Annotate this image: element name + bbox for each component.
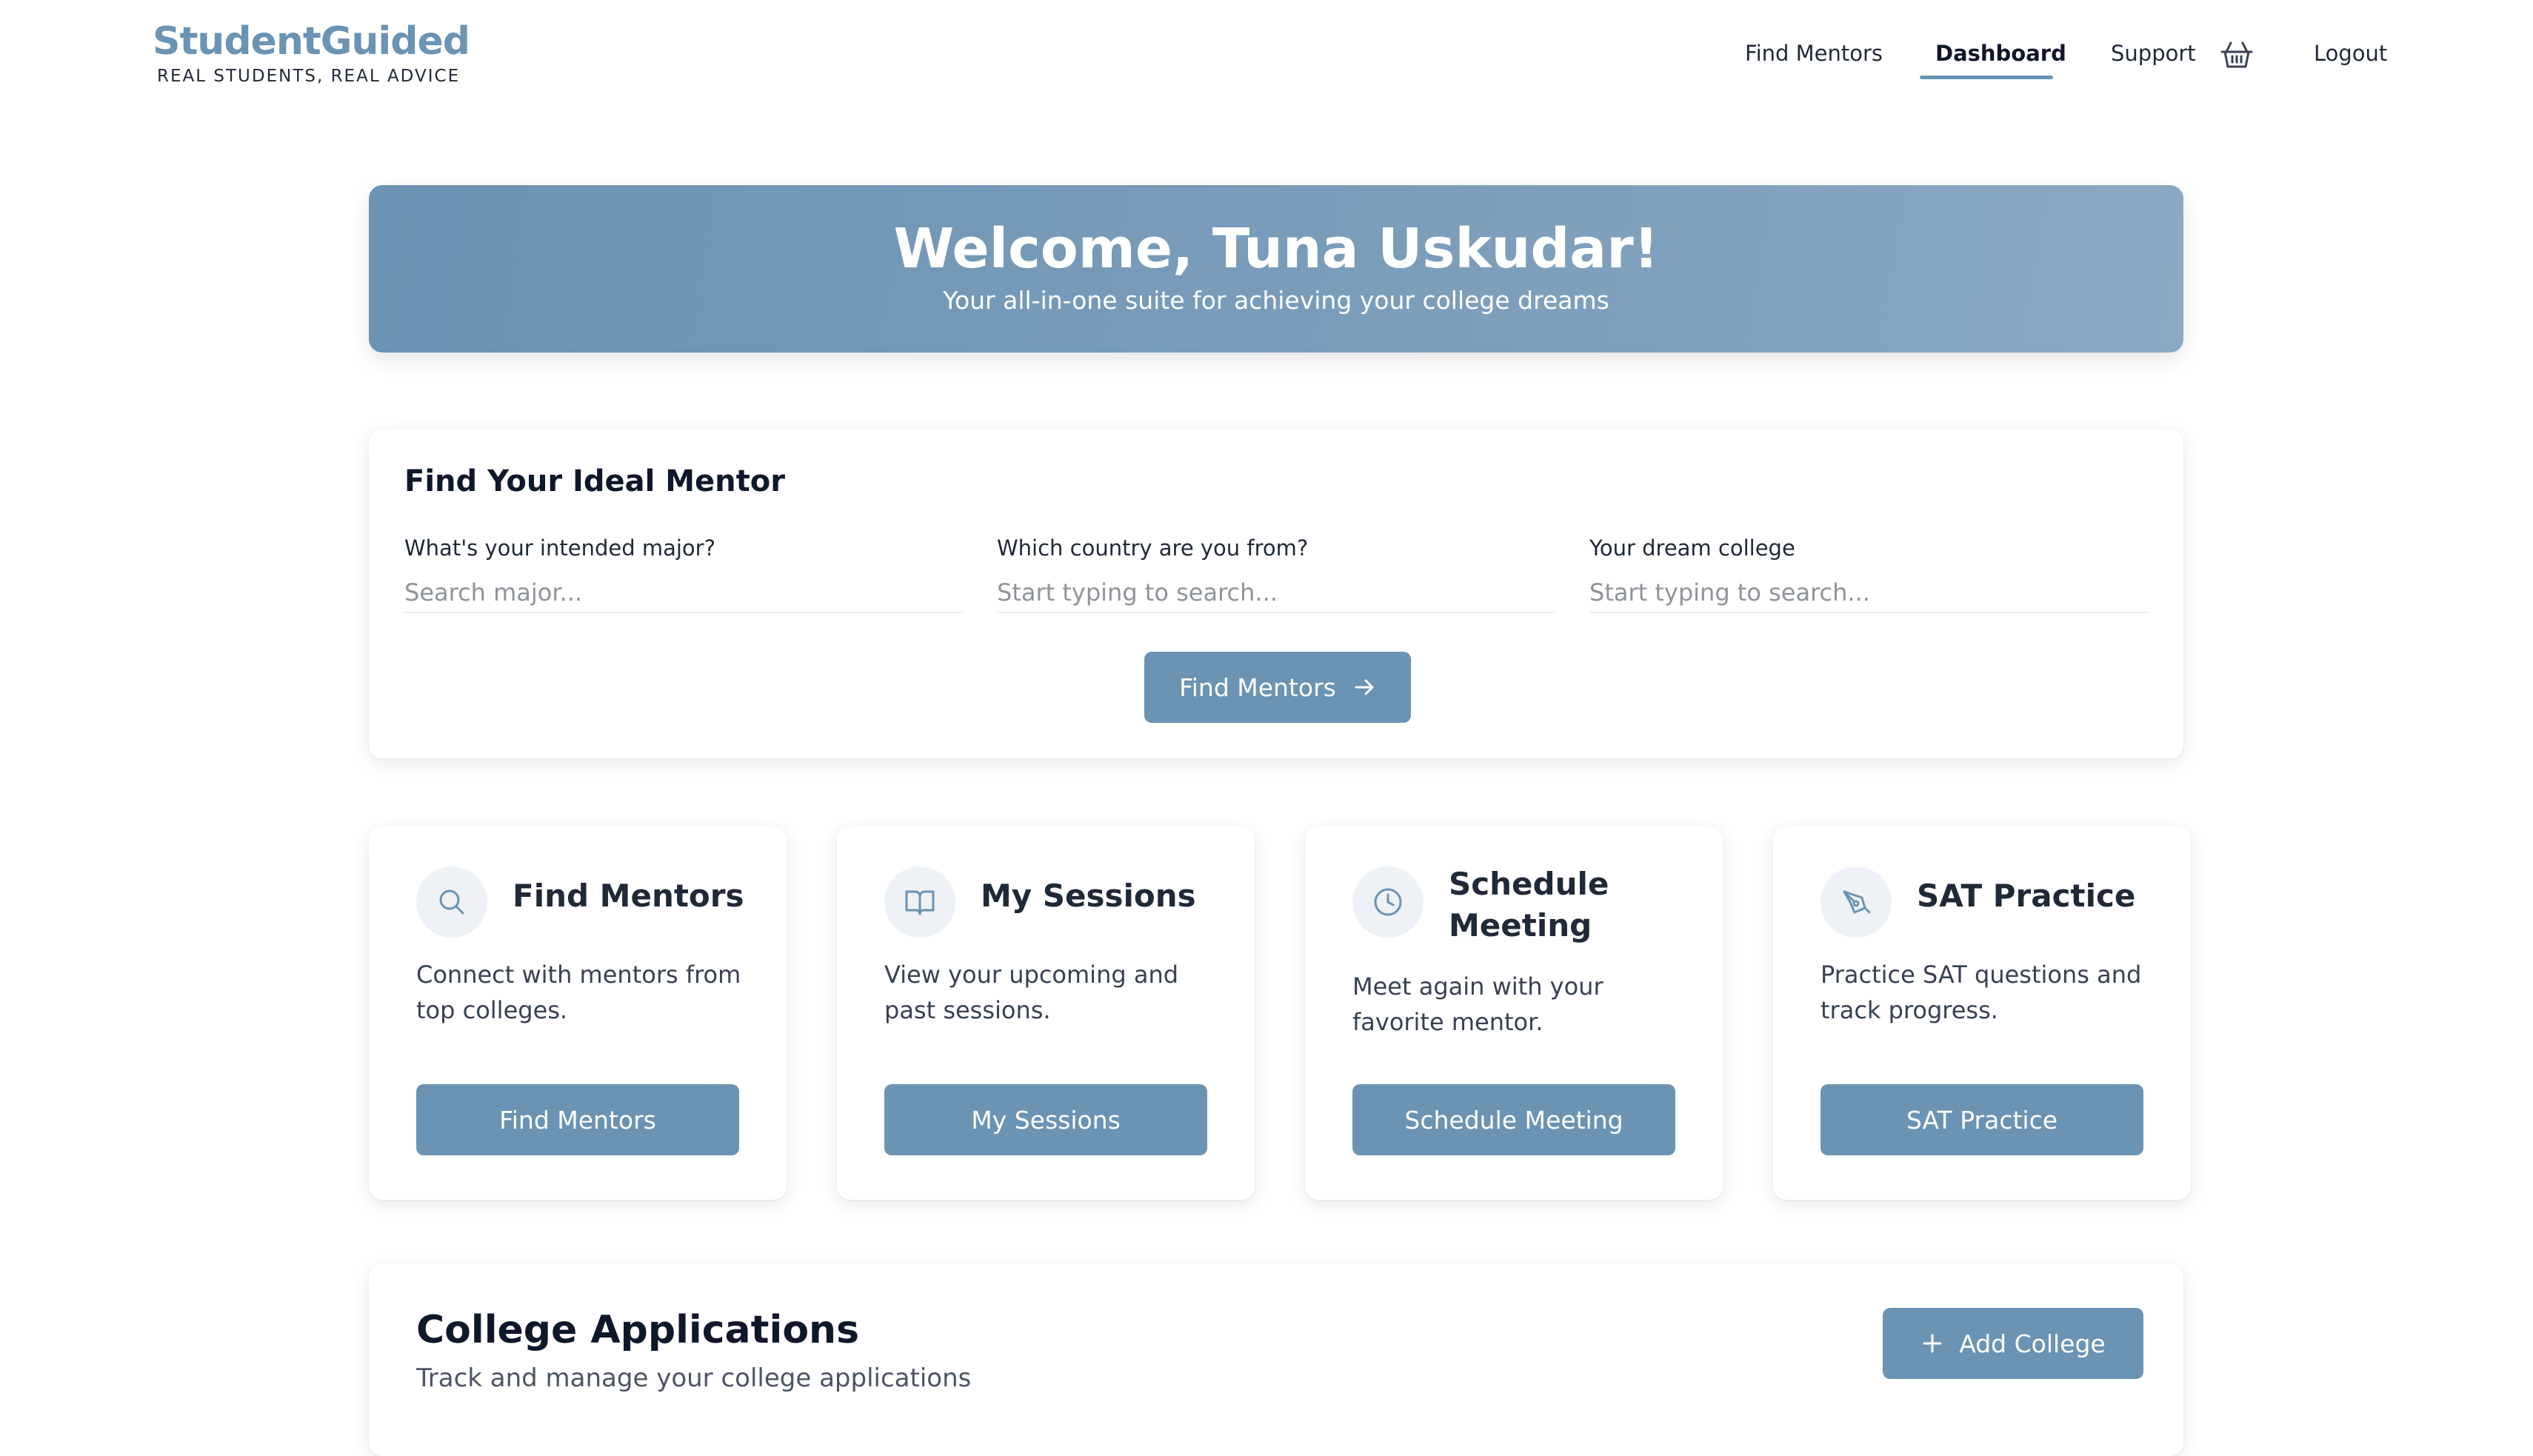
find-mentors-search-label: Find Mentors [1179, 672, 1336, 702]
welcome-subtitle: Your all-in-one suite for achieving your… [943, 286, 1609, 315]
country-input[interactable] [997, 573, 1555, 613]
mentor-search-title: Find Your Ideal Mentor [404, 464, 785, 498]
dream-college-label: Your dream college [1589, 535, 1795, 561]
feature-description: Meet again with your favorite mentor. [1352, 972, 1603, 1036]
college-applications-title: College Applications [416, 1308, 860, 1352]
sat-practice-button[interactable]: SAT Practice [1821, 1084, 2143, 1155]
find-mentors-search-button[interactable]: Find Mentors [1144, 652, 1411, 723]
top-header: StudentGuided REAL STUDENTS, REAL ADVICE… [0, 0, 2533, 111]
country-label: Which country are you from? [997, 535, 1309, 561]
major-label: What's your intended major? [404, 535, 715, 561]
feature-card-schedule-meeting: Schedule Meeting Meet again with your fa… [1305, 826, 1723, 1200]
welcome-title: Welcome, Tuna Uskudar! [893, 217, 1659, 281]
schedule-meeting-button[interactable]: Schedule Meeting [1352, 1084, 1675, 1155]
pen-tool-icon [1821, 866, 1892, 938]
basket-icon[interactable] [2219, 39, 2255, 71]
feature-card-my-sessions: My Sessions View your upcoming and past … [837, 826, 1255, 1200]
feature-title: Schedule Meeting [1449, 866, 1609, 944]
feature-card-sat-practice: SAT Practice Practice SAT questions and … [1773, 826, 2191, 1200]
dream-college-field: Your dream college [1589, 533, 2148, 613]
add-college-button[interactable]: Add College [1883, 1308, 2143, 1379]
feature-title: My Sessions [981, 878, 1196, 914]
add-college-label: Add College [1959, 1329, 2106, 1358]
clock-icon [1352, 866, 1424, 938]
feature-description: Connect with mentors from top colleges. [416, 961, 741, 1024]
nav-find-mentors[interactable]: Find Mentors [1745, 37, 1883, 70]
nav-active-indicator [1920, 76, 2053, 79]
feature-title: SAT Practice [1917, 878, 2136, 914]
feature-description: View your upcoming and past sessions. [884, 961, 1179, 1024]
feature-card-find-mentors: Find Mentors Connect with mentors from t… [369, 826, 787, 1200]
main-nav: Find Mentors Dashboard Support Logout [0, 37, 2533, 81]
major-field: What's your intended major? [404, 533, 963, 613]
logout-link[interactable]: Logout [2314, 37, 2387, 70]
nav-dashboard[interactable]: Dashboard [1935, 37, 2066, 70]
college-applications-subtitle: Track and manage your college applicatio… [416, 1363, 972, 1393]
feature-description: Practice SAT questions and track progres… [1821, 961, 2142, 1024]
search-icon [416, 866, 487, 938]
my-sessions-button[interactable]: My Sessions [884, 1084, 1207, 1155]
book-icon [884, 866, 955, 938]
college-applications-card: College Applications Track and manage yo… [369, 1263, 2183, 1456]
plus-icon [1923, 1334, 1942, 1353]
nav-support[interactable]: Support [2111, 37, 2196, 70]
mentor-search-card: Find Your Ideal Mentor What's your inten… [369, 430, 2183, 758]
dream-college-input[interactable] [1589, 573, 2148, 613]
arrow-right-icon [1355, 679, 1374, 695]
feature-title: Find Mentors [513, 878, 744, 914]
major-input[interactable] [404, 573, 963, 613]
welcome-banner: Welcome, Tuna Uskudar! Your all-in-one s… [369, 185, 2183, 353]
find-mentors-button[interactable]: Find Mentors [416, 1084, 739, 1155]
country-field: Which country are you from? [997, 533, 1555, 613]
